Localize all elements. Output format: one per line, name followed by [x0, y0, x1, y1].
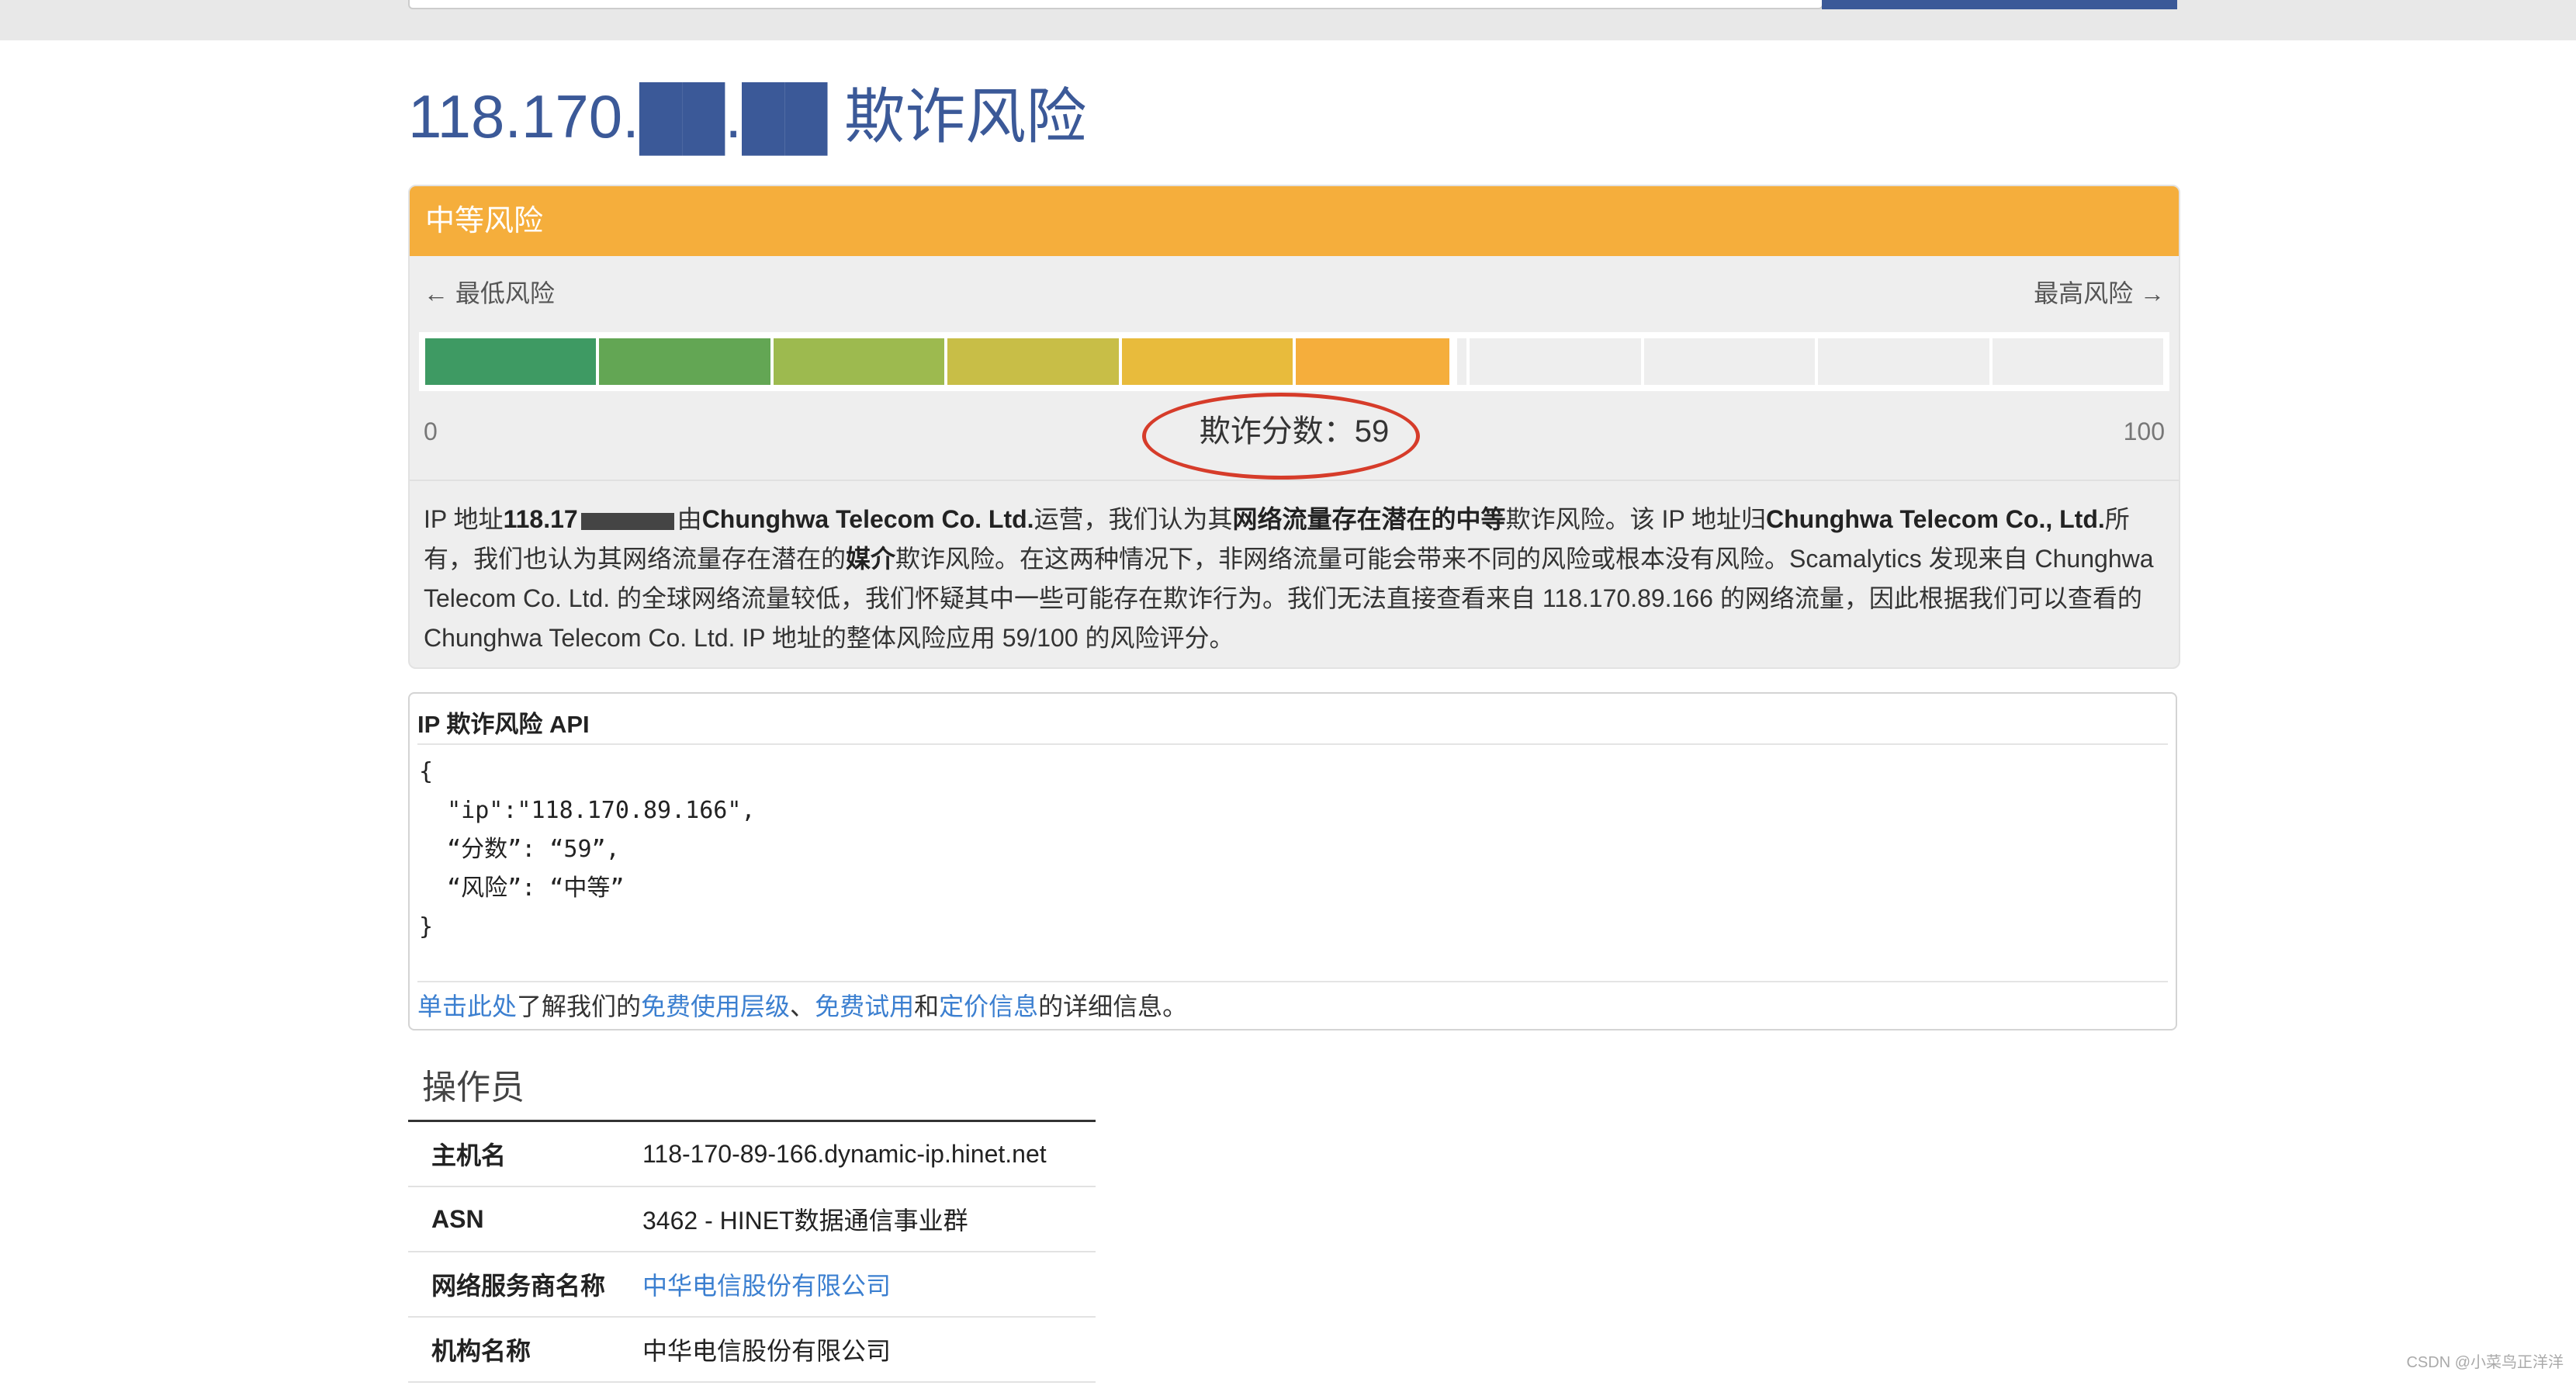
footer-text: 和: [914, 992, 940, 1020]
redaction-mark: [580, 512, 674, 530]
row-value: 中华电信股份有限公司: [642, 1252, 1096, 1318]
lowest-risk-label: ← 最低风险: [424, 279, 555, 307]
risk-gauge-segment: [425, 338, 597, 385]
free-tier-link[interactable]: 免费使用层级: [641, 992, 790, 1020]
desc-risk-bold: 网络流量存在潜在的中等: [1232, 505, 1506, 533]
footer-text: 、: [790, 992, 815, 1020]
risk-gauge: [419, 332, 2169, 391]
highest-risk-label: 最高风险 →: [2034, 279, 2165, 307]
risk-panel: 中等风险 ← 最低风险 最高风险 → 0 欺诈分数：59 100 IP 地址11…: [408, 185, 2180, 669]
row-value: 3462 - HINET数据通信事业群: [642, 1186, 1096, 1252]
score-highlight-circle: [1142, 393, 1420, 480]
desc-operator-bold: Chunghwa Telecom Co. Ltd.: [701, 505, 1034, 533]
footer-text: 了解我们的: [517, 992, 642, 1020]
risk-description: IP 地址118.17 由Chunghwa Telecom Co. Ltd.运营，…: [410, 480, 2179, 666]
risk-gauge-segment: [773, 338, 945, 385]
risk-gauge-segment: [599, 338, 770, 385]
top-search-button[interactable]: [1822, 0, 2177, 9]
risk-level-heading: 中等风险: [410, 186, 2179, 256]
table-row: 网络服务商名称 中华电信股份有限公司: [408, 1252, 1096, 1318]
risk-gauge-segment-remainder: [1457, 338, 1467, 385]
api-divider: [417, 743, 2168, 745]
risk-gauge-segment: [947, 338, 1119, 385]
api-footer: 单击此处了解我们的免费使用层级、免费试用和定价信息的详细信息。: [417, 987, 1187, 1026]
risk-gauge-segment: [1121, 338, 1293, 385]
desc-text: 欺诈风险。该 IP 地址归: [1505, 505, 1767, 533]
desc-medium-bold: 媒介: [846, 545, 896, 573]
table-row: ASN 3462 - HINET数据通信事业群: [408, 1186, 1096, 1252]
table-row: 机构名称 中华电信股份有限公司: [408, 1317, 1096, 1383]
desc-text: IP 地址: [424, 505, 504, 533]
scale-min-label: 0: [424, 417, 438, 445]
top-search-input[interactable]: [408, 0, 1823, 9]
api-box: IP 欺诈风险 API { "ip":"118.170.89.166", “分数…: [408, 692, 2177, 1030]
risk-gauge-segment: [1643, 338, 1816, 385]
row-value-link[interactable]: 中华电信股份有限公司: [642, 1272, 891, 1300]
page-title: 118.170.██.██ 欺诈风险: [408, 82, 1087, 151]
desc-text: 运营，我们认为其: [1034, 505, 1233, 533]
api-divider: [417, 981, 2168, 982]
footer-text: 的详细信息。: [1038, 992, 1188, 1020]
row-value: 中华电信股份有限公司: [642, 1317, 1096, 1383]
row-key: 主机名: [408, 1122, 642, 1187]
row-key: 机构名称: [408, 1317, 642, 1383]
click-here-link[interactable]: 单击此处: [417, 992, 517, 1020]
watermark: CSDN @小菜鸟正洋洋: [2406, 1354, 2564, 1371]
free-trial-link[interactable]: 免费试用: [815, 992, 914, 1020]
operator-table: 主机名 118-170-89-166.dynamic-ip.hinet.net AS…: [408, 1122, 1096, 1383]
api-code-sample: { "ip":"118.170.89.166", “分数”: “59”, “风险…: [419, 758, 756, 940]
pricing-link[interactable]: 定价信息: [939, 992, 1038, 1020]
risk-gauge-segment: [1470, 338, 1641, 385]
top-search-bar: [0, 0, 2576, 40]
api-title: IP 欺诈风险 API: [417, 711, 590, 738]
table-row: 主机名 118-170-89-166.dynamic-ip.hinet.net: [408, 1122, 1096, 1187]
risk-gauge-segment: [1992, 338, 2163, 385]
desc-ip-bold: 118.17: [503, 505, 578, 533]
risk-gauge-segment: [1296, 338, 1450, 385]
row-key: 网络服务商名称: [408, 1252, 642, 1318]
scale-max-label: 100: [2123, 417, 2165, 445]
row-key: ASN: [408, 1186, 642, 1252]
desc-text: 由: [677, 505, 702, 533]
risk-gauge-segment: [1818, 338, 1989, 385]
row-value: 118-170-89-166.dynamic-ip.hinet.net: [642, 1122, 1096, 1187]
operator-section-title: 操作员: [422, 1069, 525, 1107]
desc-owner-bold: Chunghwa Telecom Co., Ltd.: [1766, 505, 2105, 533]
